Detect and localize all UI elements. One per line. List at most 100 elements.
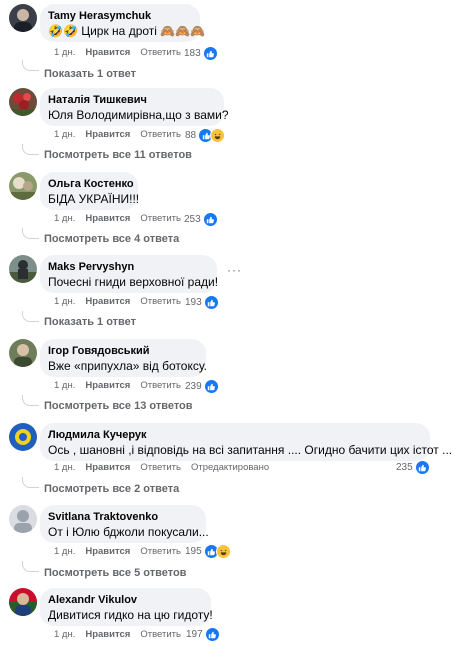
comment-actions: 1 дн. Нравится Ответить [54,47,191,59]
avatar[interactable] [9,255,37,283]
comment-author[interactable]: Svitlana Traktovenko [48,510,197,524]
reaction-summary[interactable]: 239 [185,379,219,394]
comment-bubble: Alexandr Vikulov Дивитися гидко на цю ги… [40,588,213,626]
comment-text: Вже «припухла» від ботоксу. [48,359,207,373]
thumbs-up-icon [203,295,219,310]
comment-actions: 1 дн. Нравится Ответить [54,129,191,141]
avatar[interactable] [9,88,37,116]
like-button[interactable]: Нравится [85,380,130,391]
comment-age[interactable]: 1 дн. [54,47,75,58]
comment-bubble: Ігор Говядовський Вже «припухла» від бот… [40,339,207,377]
comment-actions: 1 дн. Нравится Ответить [54,296,191,308]
reaction-count: 239 [185,380,202,392]
comment-text: 🤣🤣 Цирк на дроті 🙈🙈🙈 [48,24,206,38]
like-button[interactable]: Нравится [85,462,130,473]
thread-connector [22,311,39,322]
reply-button[interactable]: Ответить [140,629,181,640]
comment-bubble: Ольга Костенко БІДА УКРАЇНИ!!! [40,172,140,210]
more-options-button[interactable]: ··· [227,263,242,277]
comment-actions: 1 дн. Нравится Ответить Отредактировано [54,462,279,474]
thread-connector [22,60,39,71]
view-replies-link[interactable]: Показать 1 ответ [44,67,136,81]
view-replies-link[interactable]: Посмотреть все 4 ответа [44,232,179,246]
comment-text: Дивитися гидко на цю гидоту! [48,608,213,622]
reply-button[interactable]: Ответить [140,213,181,224]
avatar[interactable] [9,588,37,616]
comment-bubble: Tamy Herasymchuk 🤣🤣 Цирк на дроті 🙈🙈🙈 [40,4,206,42]
comment-age[interactable]: 1 дн. [54,380,75,391]
comment-age[interactable]: 1 дн. [54,546,75,557]
comment-text: От і Юлю бджоли покусали... [48,525,209,539]
comment-actions: 1 дн. Нравится Ответить [54,380,191,392]
thumbs-up-icon [202,46,218,61]
like-button[interactable]: Нравится [85,296,130,307]
comment-age[interactable]: 1 дн. [54,462,75,473]
comment-author[interactable]: Ольга Костенко [48,177,134,191]
comment-text: Ось , шановні ,і відповідь на всі запита… [48,443,453,457]
edited-label[interactable]: Отредактировано [191,462,269,473]
reaction-summary[interactable]: 183 [184,46,218,61]
view-replies-link[interactable]: Посмотреть все 11 ответов [44,148,192,162]
reaction-summary[interactable]: 197 [186,627,220,642]
laughing-face-icon [210,128,226,143]
reaction-summary[interactable]: 253 [184,212,218,227]
reply-button[interactable]: Ответить [140,462,181,473]
comment-actions: 1 дн. Нравится Ответить [54,629,191,641]
thread-connector [22,561,39,572]
view-replies-link[interactable]: Показать 1 ответ [44,315,136,329]
comment-age[interactable]: 1 дн. [54,129,75,140]
comment-text: Почесні гниди верховної ради! [48,275,219,289]
comment-author[interactable]: Alexandr Vikulov [48,593,202,607]
thumbs-up-icon [202,212,218,227]
comment-author[interactable]: Людмила Кучерук [48,428,421,442]
avatar[interactable] [9,505,37,533]
thread-connector [22,228,39,239]
reaction-count: 197 [186,628,203,640]
like-button[interactable]: Нравится [85,213,130,224]
comment-text: БІДА УКРАЇНИ!!! [48,192,140,206]
reply-button[interactable]: Ответить [140,380,181,391]
reaction-summary[interactable]: 193 [185,295,219,310]
thread-connector [22,144,39,155]
comment-bubble: Наталія Тишкевич Юля Володимирівна,що з … [40,88,229,126]
reaction-count: 193 [185,296,202,308]
laughing-face-icon [215,544,231,559]
view-replies-link[interactable]: Посмотреть все 5 ответов [44,566,186,580]
comment-author[interactable]: Ігор Говядовський [48,344,197,358]
comment-age[interactable]: 1 дн. [54,629,75,640]
reply-button[interactable]: Ответить [140,129,181,140]
thread-connector [22,395,39,406]
reply-button[interactable]: Ответить [140,296,181,307]
comment-age[interactable]: 1 дн. [54,296,75,307]
thumbs-up-icon [204,627,220,642]
avatar[interactable] [9,423,37,451]
reaction-count: 88 [185,129,197,141]
reply-button[interactable]: Ответить [140,47,181,58]
view-replies-link[interactable]: Посмотреть все 2 ответа [44,482,179,496]
reaction-count: 195 [185,545,202,557]
avatar[interactable] [9,339,37,367]
like-button[interactable]: Нравится [85,47,130,58]
reply-button[interactable]: Ответить [140,546,181,557]
comment-author[interactable]: Наталія Тишкевич [48,93,215,107]
comment-bubble: Svitlana Traktovenko От і Юлю бджоли пок… [40,505,209,543]
reaction-count: 235 [396,461,413,473]
reaction-summary[interactable]: 195 [185,544,231,559]
reaction-summary[interactable]: 235 [396,460,430,475]
comment-bubble: Maks Pervyshyn Почесні гниди верховної р… [40,255,219,293]
reaction-count: 253 [184,213,201,225]
comment-actions: 1 дн. Нравится Ответить [54,546,191,558]
reaction-count: 183 [184,47,201,59]
comment-text: Юля Володимирівна,що з вами? [48,108,229,122]
thumbs-up-icon [414,460,430,475]
avatar[interactable] [9,172,37,200]
like-button[interactable]: Нравится [85,546,130,557]
reaction-summary[interactable]: 88 [185,128,226,143]
like-button[interactable]: Нравится [85,629,130,640]
comment-author[interactable]: Tamy Herasymchuk [48,9,191,23]
like-button[interactable]: Нравится [85,129,130,140]
view-replies-link[interactable]: Посмотреть все 13 ответов [44,399,193,413]
avatar[interactable] [9,4,37,32]
comment-age[interactable]: 1 дн. [54,213,75,224]
comment-author[interactable]: Maks Pervyshyn [48,260,208,274]
